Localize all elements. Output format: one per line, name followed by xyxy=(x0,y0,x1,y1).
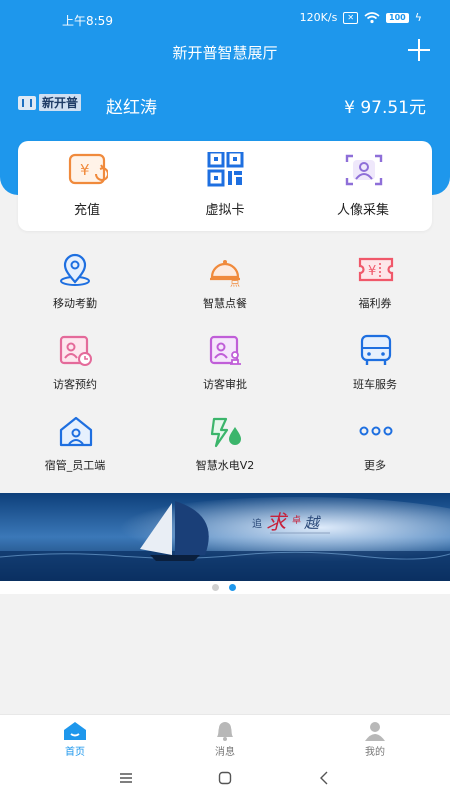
grid-label-water-electric: 智慧水电V2 xyxy=(195,459,255,472)
face-capture-label: 人像采集 xyxy=(336,203,389,218)
bottom-tab-bar: 首页 消息 我的 xyxy=(0,714,450,759)
grid-label-shuttle-bus: 班车服务 xyxy=(353,378,397,391)
add-button[interactable] xyxy=(408,39,430,61)
grid-item-more[interactable]: 更多 xyxy=(300,415,450,495)
svg-text:追: 追 xyxy=(252,517,262,530)
svg-text:卓: 卓 xyxy=(292,514,301,526)
tab-profile[interactable]: 我的 xyxy=(300,715,450,759)
promo-banner[interactable]: 追 求 卓 越 xyxy=(0,493,450,581)
back-icon[interactable] xyxy=(318,771,330,785)
grid-item-water-electric[interactable]: 智慧水电V2 xyxy=(150,415,300,495)
grid-label-attendance: 移动考勤 xyxy=(53,297,97,310)
grid-label-visitor-booking: 访客预约 xyxy=(53,378,97,391)
logo-text: 新开普 xyxy=(39,94,82,111)
qr-code-icon xyxy=(207,152,244,187)
wifi-icon xyxy=(364,11,380,23)
grid-item-attendance[interactable]: 移动考勤 xyxy=(0,253,150,333)
menu-icon[interactable] xyxy=(119,772,133,784)
tab-home-label: 首页 xyxy=(65,747,85,758)
person-icon xyxy=(365,722,385,741)
tab-messages[interactable]: 消息 xyxy=(150,715,300,759)
water-electric-icon xyxy=(210,417,241,448)
visitor-booking-icon xyxy=(59,335,92,366)
title-bar: 新开普智慧展厅 xyxy=(0,38,450,68)
bus-icon xyxy=(360,334,392,365)
recharge-label: 充值 xyxy=(73,203,100,218)
user-info-row: 新开普 赵红涛 ¥ 97.51元 xyxy=(18,90,428,118)
coupon-icon: ¥ xyxy=(358,257,394,282)
svg-text:¥: ¥ xyxy=(80,161,90,179)
svg-text:¥: ¥ xyxy=(368,264,376,279)
grid-item-shuttle-bus[interactable]: 班车服务 xyxy=(300,334,450,414)
company-logo: 新开普 xyxy=(18,94,82,111)
banner-dot-active[interactable] xyxy=(229,584,236,591)
app-title: 新开普智慧展厅 xyxy=(172,44,278,62)
logo-mark-icon xyxy=(18,95,36,110)
status-bar: 上午8:59 120K/s ✕ 100 ϟ xyxy=(0,0,450,36)
tab-home[interactable]: 首页 xyxy=(0,715,150,759)
virtual-card-button[interactable]: 虚拟卡 xyxy=(156,141,294,231)
bell-icon xyxy=(217,722,233,741)
dining-cloche-icon: 点 xyxy=(210,260,240,287)
grid-label-more: 更多 xyxy=(364,459,386,472)
banner-dot[interactable] xyxy=(212,584,219,591)
visitor-approval-icon xyxy=(209,335,241,365)
face-capture-button[interactable]: 人像采集 xyxy=(294,141,432,231)
home-icon xyxy=(64,722,86,740)
grid-label-smart-dining: 智慧点餐 xyxy=(203,297,247,310)
battery-icon: 100 xyxy=(386,12,409,23)
sailboat-banner-image: 追 求 卓 越 xyxy=(0,493,450,581)
grid-item-coupon[interactable]: ¥ 福利券 xyxy=(300,253,450,333)
svg-text:求: 求 xyxy=(266,510,289,534)
sim-icon: ✕ xyxy=(343,11,359,24)
status-time: 上午8:59 xyxy=(62,14,113,28)
banner-pagination xyxy=(0,581,450,594)
grid-item-visitor-approval[interactable]: 访客审批 xyxy=(150,334,300,414)
grid-item-smart-dining[interactable]: 点 智慧点餐 xyxy=(150,253,300,333)
grid-label-visitor-approval: 访客审批 xyxy=(203,378,247,391)
account-balance[interactable]: ¥ 97.51元 xyxy=(344,93,426,118)
quick-actions-card: ¥ 充值 虚拟卡 人像采集 xyxy=(18,141,432,231)
recharge-icon: ¥ xyxy=(68,153,108,185)
dorm-house-icon xyxy=(59,416,93,447)
status-indicators: 120K/s ✕ 100 ϟ xyxy=(300,11,422,24)
face-capture-icon xyxy=(345,154,383,186)
charging-icon: ϟ xyxy=(414,11,422,24)
tab-profile-label: 我的 xyxy=(365,747,385,758)
grid-item-visitor-booking[interactable]: 访客预约 xyxy=(0,334,150,414)
tab-messages-label: 消息 xyxy=(215,747,235,758)
grid-item-dorm-staff[interactable]: 宿管_员工端 xyxy=(0,415,150,495)
grid-label-dorm-staff: 宿管_员工端 xyxy=(44,459,106,472)
svg-text:点: 点 xyxy=(230,277,240,287)
recharge-button[interactable]: ¥ 充值 xyxy=(18,141,156,231)
location-pin-icon xyxy=(60,253,90,286)
grid-label-coupon: 福利券 xyxy=(358,297,392,310)
user-name: 赵红涛 xyxy=(106,98,157,118)
system-navigation-bar xyxy=(0,758,450,800)
virtual-card-label: 虚拟卡 xyxy=(205,203,245,218)
more-dots-icon xyxy=(359,426,393,436)
network-speed: 120K/s xyxy=(299,11,338,24)
svg-text:越: 越 xyxy=(304,514,321,532)
home-square-icon[interactable] xyxy=(218,771,232,785)
